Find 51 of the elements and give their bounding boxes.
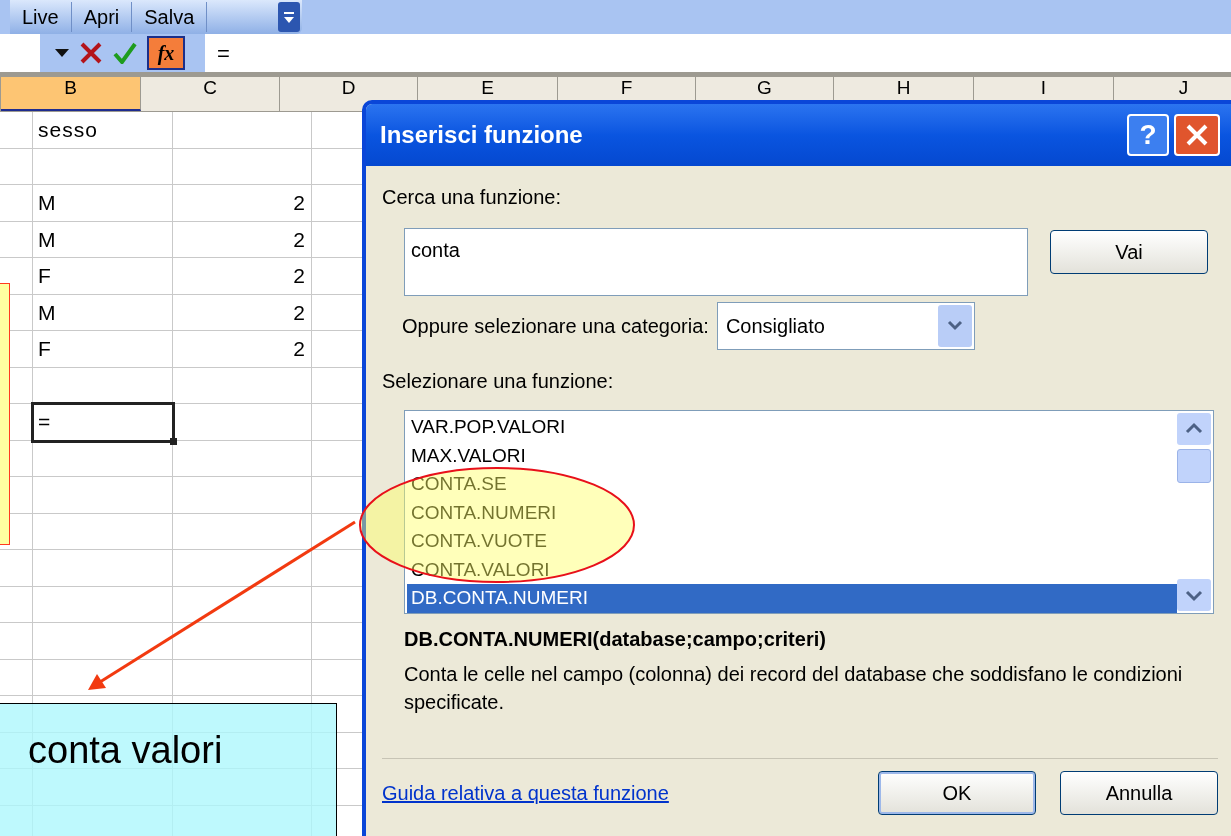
- table-cell: sesso: [33, 112, 173, 149]
- table-cell: =: [33, 404, 173, 441]
- close-button[interactable]: [1174, 114, 1220, 156]
- function-label: Selezionare una funzione:: [382, 369, 615, 394]
- cancel-icon[interactable]: [79, 42, 103, 64]
- function-item[interactable]: CONTA.SE: [407, 470, 1177, 499]
- scrollbar[interactable]: [1177, 413, 1211, 611]
- column-header[interactable]: B: [1, 77, 141, 111]
- function-item[interactable]: CONTA.VALORI: [407, 555, 1177, 584]
- go-button[interactable]: Vai: [1050, 230, 1208, 274]
- function-item[interactable]: CONTA.NUMERI: [407, 498, 1177, 527]
- insert-function-button[interactable]: fx: [147, 36, 185, 70]
- search-field[interactable]: conta: [404, 228, 1028, 296]
- table-cell: 2: [173, 331, 312, 368]
- search-label: Cerca una funzione:: [382, 185, 562, 210]
- toolbar-options-icon[interactable]: [278, 2, 300, 32]
- function-description: Conta le celle nel campo (colonna) dei record del database che soddisfano le condizioni specificate.: [403, 662, 1184, 715]
- toolbar-button[interactable]: Apri: [71, 2, 133, 32]
- close-icon: [1184, 122, 1210, 148]
- function-item[interactable]: CONTA.VUOTE: [407, 527, 1177, 556]
- enter-check-icon[interactable]: [113, 42, 137, 64]
- table-cell: M: [33, 294, 173, 331]
- fill-handle[interactable]: [170, 437, 177, 445]
- table-cell: 2: [173, 185, 312, 222]
- column-header[interactable]: C: [141, 77, 280, 111]
- help-button[interactable]: ?: [1127, 114, 1169, 156]
- function-signature: DB.CONTA.NUMERI(database;campo;criteri): [403, 627, 827, 652]
- cancel-button[interactable]: Annulla: [1060, 771, 1218, 815]
- table-cell: M: [33, 221, 173, 258]
- scroll-thumb[interactable]: [1177, 449, 1211, 483]
- help-link[interactable]: Guida relativa a questa funzione: [382, 778, 669, 808]
- ok-button[interactable]: OK: [878, 771, 1036, 815]
- function-item[interactable]: MAX.VALORI: [407, 441, 1177, 470]
- table-cell: F: [33, 331, 173, 368]
- dropdown-caret-icon[interactable]: [55, 49, 69, 57]
- table-cell: M: [33, 185, 173, 222]
- table-cell: 2: [173, 221, 312, 258]
- table-cell: 2: [173, 258, 312, 295]
- category-select[interactable]: Consigliato: [716, 302, 975, 350]
- category-label: Oppure selezionare una categoria:: [402, 314, 709, 339]
- function-item[interactable]: DB.CONTA.NUMERI: [407, 584, 1177, 613]
- formula-value[interactable]: =: [217, 36, 230, 70]
- toolbar-button[interactable]: Live: [10, 2, 72, 32]
- table-cell: 2: [173, 294, 312, 331]
- toolbar-button[interactable]: Salva: [132, 2, 208, 32]
- table-cell: F: [33, 258, 173, 295]
- scroll-up-icon[interactable]: [1177, 413, 1211, 445]
- window-title: Inserisci funzione: [380, 120, 583, 150]
- scroll-down-icon[interactable]: [1177, 579, 1211, 611]
- function-item[interactable]: VAR.POP.VALORI: [407, 413, 1177, 442]
- callout-text: conta valori: [28, 729, 223, 771]
